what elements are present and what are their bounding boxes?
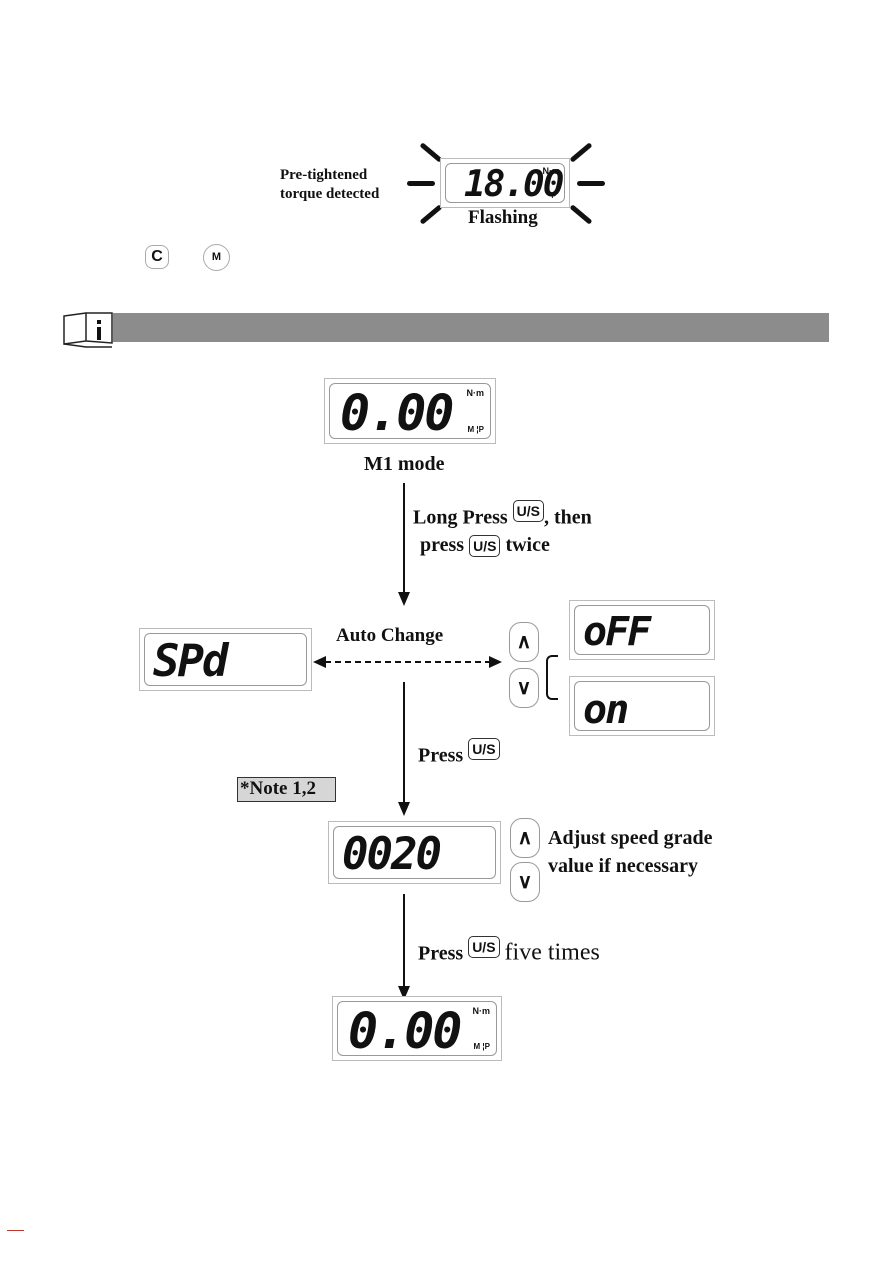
- lcd-pretightened: 18.00 N·m P: [440, 158, 570, 208]
- lcd-value: oFF: [583, 609, 651, 655]
- footer-accent-line: [7, 1230, 24, 1231]
- flow-arrow: [403, 894, 405, 988]
- lcd-value: on: [583, 687, 629, 733]
- lcd-unit: N·m: [542, 166, 561, 176]
- instruction-press: Press U/S: [418, 738, 500, 768]
- lcd-value: 0020: [342, 829, 442, 880]
- text: Press: [418, 942, 464, 965]
- lcd-unit: N·m: [466, 388, 485, 398]
- instruction-long-press: Long Press U/S, then: [413, 500, 592, 530]
- text: value if necessary: [548, 855, 698, 877]
- note-reference: *Note 1,2: [237, 777, 336, 802]
- us-key-icon: U/S: [468, 738, 500, 760]
- lcd-final: 0.00 N·m M ¦P: [332, 996, 502, 1061]
- label-line: Pre-tightened: [280, 167, 368, 183]
- auto-change-label: Auto Change: [336, 625, 444, 646]
- section-header-bar: [113, 313, 829, 342]
- info-book-icon: [62, 311, 114, 348]
- lcd-indicator: P: [551, 193, 556, 200]
- instruction-press-five: Press U/S five times: [418, 936, 600, 967]
- text: Long Press: [413, 506, 508, 529]
- lcd-value: 0.00: [340, 384, 454, 442]
- label-line: torque detected: [280, 186, 380, 202]
- arrow-head: [398, 802, 410, 816]
- down-key-icon: ∨: [509, 668, 539, 708]
- c-key-icon: C: [145, 245, 169, 269]
- arrow-head: [398, 592, 410, 606]
- text: twice: [505, 534, 550, 556]
- us-key-icon: U/S: [468, 936, 500, 958]
- down-key-icon: ∨: [510, 862, 540, 902]
- flow-arrow: [403, 483, 405, 593]
- lcd-option-on: on: [569, 676, 715, 736]
- lcd-value: SPd: [153, 636, 228, 687]
- flashing-caption: Flashing: [468, 207, 538, 228]
- m-key-icon: M: [203, 244, 230, 271]
- pretightened-label: Pre-tightened torque detected: [280, 166, 379, 204]
- adjust-speed-text: Adjust speed grade value if necessary: [548, 824, 712, 880]
- m1-mode-caption: M1 mode: [364, 453, 445, 475]
- us-key-icon: U/S: [469, 535, 501, 558]
- text: , then: [543, 506, 592, 529]
- toggle-bracket-icon: [546, 655, 558, 700]
- lcd-indicator: M ¦P: [467, 425, 484, 434]
- up-key-icon: ∧: [509, 622, 539, 662]
- arrow-head-right: [489, 656, 502, 668]
- text: Adjust speed grade: [548, 827, 713, 849]
- lcd-spd: SPd: [139, 628, 312, 691]
- flow-arrow: [403, 682, 405, 804]
- lcd-option-off: oFF: [569, 600, 715, 660]
- us-key-icon: U/S: [512, 500, 544, 522]
- instruction-press-twice: press U/S twice: [420, 534, 550, 558]
- text: five times: [504, 939, 600, 966]
- text: Press: [418, 744, 464, 767]
- lcd-indicator: M ¦P: [473, 1042, 490, 1051]
- lcd-m1-mode: 0.00 N·m M ¦P: [324, 378, 496, 444]
- lcd-value: 0.00: [348, 1002, 462, 1060]
- text: press: [420, 534, 465, 556]
- up-key-icon: ∧: [510, 818, 540, 858]
- lcd-speed-grade: 0020: [328, 821, 501, 884]
- lcd-unit: N·m: [472, 1006, 491, 1016]
- dashed-arrow: [325, 661, 491, 663]
- arrow-head-left: [313, 656, 326, 668]
